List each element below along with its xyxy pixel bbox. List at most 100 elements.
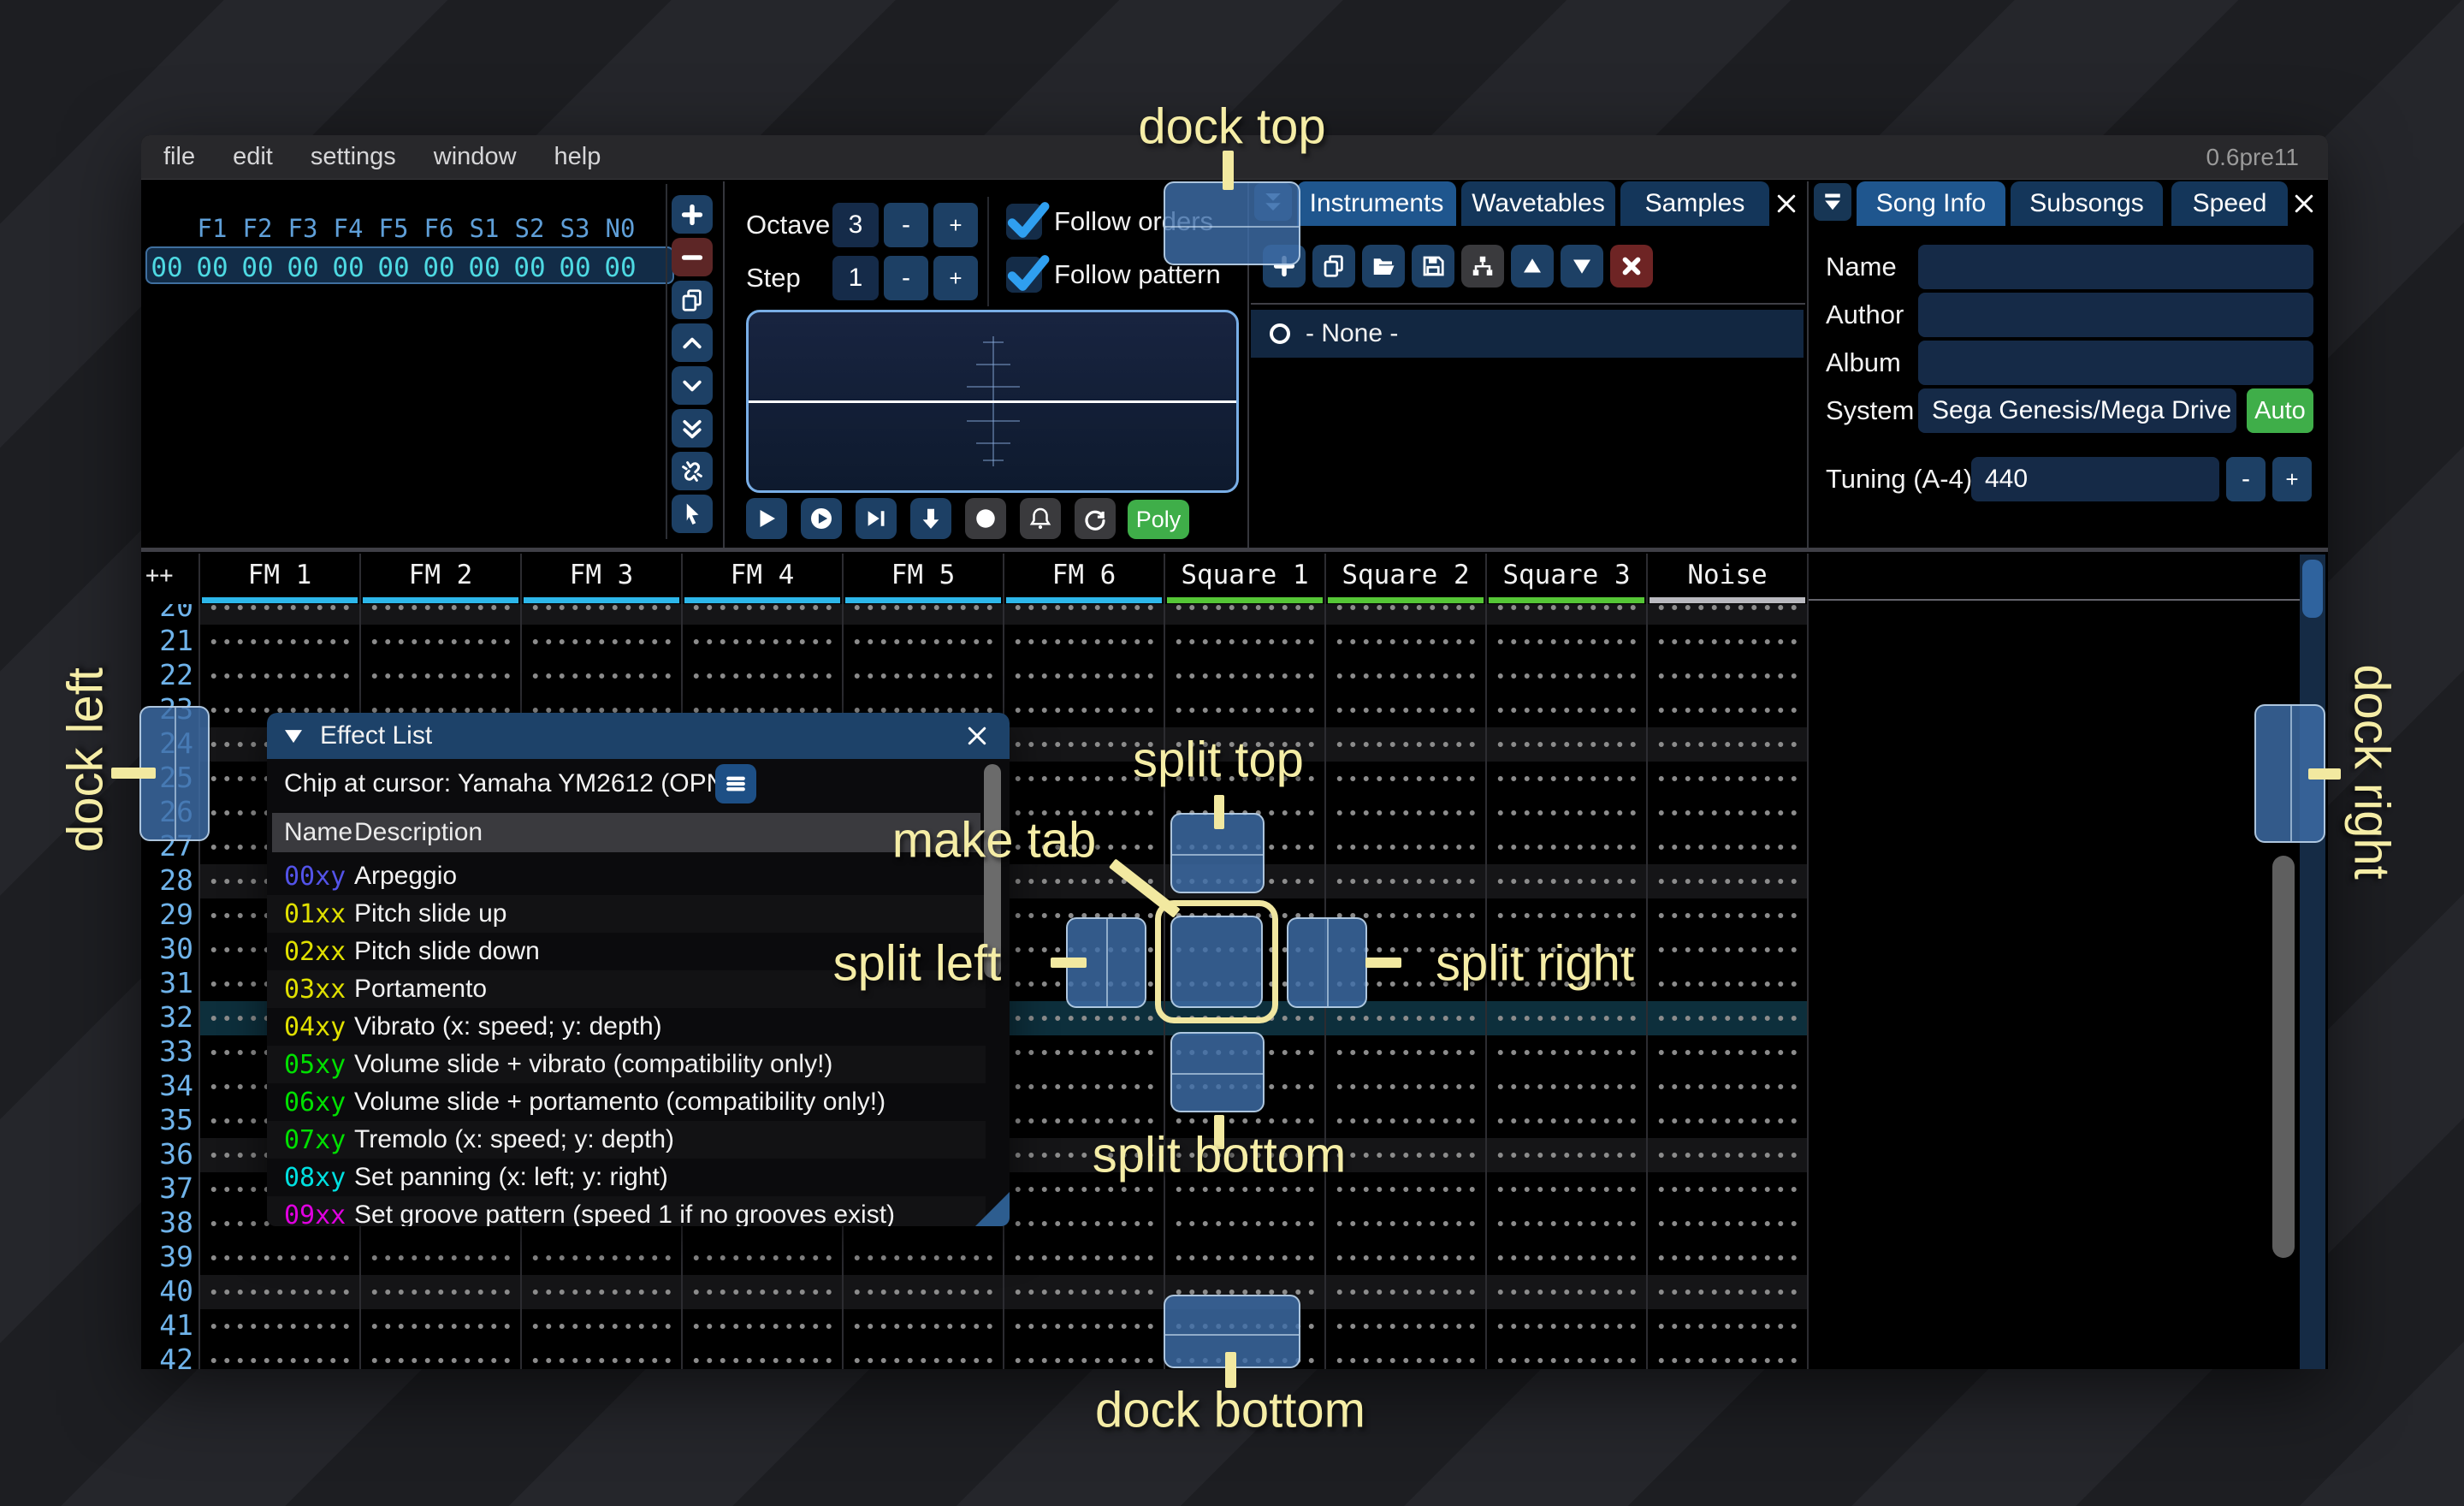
pattern-empty-cell[interactable] xyxy=(1655,1015,1800,1022)
channel-header-fm-1[interactable]: FM 1 xyxy=(199,555,360,595)
move-down-button[interactable] xyxy=(1561,245,1603,288)
tab-subsongs[interactable]: Subsongs xyxy=(2011,181,2163,226)
pattern-empty-cell[interactable] xyxy=(1494,638,1639,645)
panel-divider[interactable] xyxy=(1807,181,1809,549)
pattern-empty-cell[interactable] xyxy=(207,1323,352,1330)
window-menu-icon[interactable] xyxy=(1814,183,1851,221)
pattern-empty-cell[interactable] xyxy=(1011,1083,1157,1090)
orders-cell[interactable]: 00 xyxy=(468,252,500,283)
pattern-empty-cell[interactable] xyxy=(368,1289,513,1296)
tab-samples[interactable]: Samples xyxy=(1620,181,1769,226)
pattern-empty-cell[interactable] xyxy=(1172,638,1318,645)
orders-cell[interactable]: 00 xyxy=(241,252,273,283)
orders-cell[interactable]: 00 xyxy=(196,252,228,283)
pattern-empty-cell[interactable] xyxy=(1011,1186,1157,1193)
effect-list-titlebar[interactable]: Effect List xyxy=(267,713,1010,759)
menu-window[interactable]: window xyxy=(434,143,517,171)
effect-list-row[interactable]: 00xyArpeggio xyxy=(267,857,986,895)
pattern-empty-cell[interactable] xyxy=(1655,946,1800,953)
pattern-empty-cell[interactable] xyxy=(1655,1049,1800,1056)
orders-cell[interactable]: 00 xyxy=(423,252,454,283)
pattern-empty-cell[interactable] xyxy=(1494,1254,1639,1261)
duplicate-button[interactable] xyxy=(1312,245,1355,288)
add-button[interactable] xyxy=(672,195,713,234)
pattern-empty-cell[interactable] xyxy=(1655,1186,1800,1193)
pattern-empty-cell[interactable] xyxy=(1172,1254,1318,1261)
remove-button[interactable] xyxy=(672,238,713,276)
collapse-icon[interactable] xyxy=(279,721,308,750)
pattern-empty-cell[interactable] xyxy=(1494,1152,1639,1159)
close-icon[interactable] xyxy=(962,721,992,750)
pattern-empty-cell[interactable] xyxy=(1655,912,1800,919)
pattern-empty-cell[interactable] xyxy=(1333,1152,1478,1159)
pattern-empty-cell[interactable] xyxy=(529,1254,674,1261)
arrow-down-button[interactable] xyxy=(910,498,951,539)
pattern-empty-cell[interactable] xyxy=(1011,1118,1157,1124)
pattern-empty-cell[interactable] xyxy=(1333,1254,1478,1261)
pattern-empty-cell[interactable] xyxy=(368,1323,513,1330)
effect-list-row[interactable]: 06xyVolume slide + portamento (compatibi… xyxy=(267,1083,986,1121)
follow-orders-checkbox[interactable] xyxy=(1006,204,1042,240)
pattern-empty-cell[interactable] xyxy=(207,1357,352,1364)
pattern-empty-cell[interactable] xyxy=(1494,1289,1639,1296)
menu-file[interactable]: file xyxy=(163,143,195,171)
record-button[interactable] xyxy=(965,498,1006,539)
pattern-empty-cell[interactable] xyxy=(1011,1323,1157,1330)
horizontal-splitter[interactable] xyxy=(141,548,2328,552)
add-channel-button[interactable]: ++ xyxy=(145,555,174,595)
effect-list-row[interactable]: 09xxSet groove pattern (speed 1 if no gr… xyxy=(267,1196,986,1226)
pattern-scrollbar-track[interactable] xyxy=(2300,554,2325,1369)
pattern-empty-cell[interactable] xyxy=(1011,707,1157,714)
step-increase-button[interactable]: + xyxy=(933,256,978,300)
pattern-empty-cell[interactable] xyxy=(1655,1254,1800,1261)
pattern-empty-cell[interactable] xyxy=(1655,844,1800,851)
delete-button[interactable] xyxy=(1610,245,1653,288)
pattern-empty-cell[interactable] xyxy=(690,1254,835,1261)
pattern-empty-cell[interactable] xyxy=(690,604,835,611)
orders-cell[interactable]: 00 xyxy=(287,252,318,283)
pattern-empty-cell[interactable] xyxy=(1494,1357,1639,1364)
pattern-empty-cell[interactable] xyxy=(368,673,513,679)
double-chevron-down-button[interactable] xyxy=(672,409,713,448)
pattern-empty-cell[interactable] xyxy=(368,604,513,611)
pattern-empty-cell[interactable] xyxy=(1494,1323,1639,1330)
split-target-right[interactable] xyxy=(1287,917,1367,1008)
channel-header-fm-2[interactable]: FM 2 xyxy=(360,555,521,595)
pattern-empty-cell[interactable] xyxy=(850,1323,996,1330)
channel-header-fm-5[interactable]: FM 5 xyxy=(843,555,1004,595)
pattern-empty-cell[interactable] xyxy=(1172,1186,1318,1193)
pattern-empty-cell[interactable] xyxy=(1494,775,1639,782)
save-button[interactable] xyxy=(1412,245,1454,288)
pattern-empty-cell[interactable] xyxy=(1333,775,1478,782)
scrollbar-thumb[interactable] xyxy=(2272,856,2295,1258)
pattern-empty-cell[interactable] xyxy=(1333,1289,1478,1296)
pattern-empty-cell[interactable] xyxy=(207,1289,352,1296)
pattern-empty-cell[interactable] xyxy=(1333,1015,1478,1022)
pattern-empty-cell[interactable] xyxy=(1494,1083,1639,1090)
menu-help[interactable]: help xyxy=(554,143,601,171)
channel-header-noise[interactable]: Noise xyxy=(1647,555,1808,595)
pattern-empty-cell[interactable] xyxy=(1655,1289,1800,1296)
pattern-empty-cell[interactable] xyxy=(207,1254,352,1261)
step-value[interactable]: 1 xyxy=(832,256,879,300)
pattern-empty-cell[interactable] xyxy=(1333,1357,1478,1364)
orders-row-index[interactable]: 00 xyxy=(151,252,182,283)
close-icon[interactable] xyxy=(2286,185,2322,222)
pattern-empty-cell[interactable] xyxy=(1494,707,1639,714)
poly-button[interactable]: Poly xyxy=(1128,500,1189,539)
effect-list-row[interactable]: 05xyVolume slide + vibrato (compatibilit… xyxy=(267,1046,986,1083)
pattern-empty-cell[interactable] xyxy=(1172,604,1318,611)
pattern-empty-cell[interactable] xyxy=(1494,1118,1639,1124)
effect-list-row[interactable]: 07xyTremolo (x: speed; y: depth) xyxy=(267,1121,986,1159)
pattern-empty-cell[interactable] xyxy=(1333,1220,1478,1227)
pattern-empty-cell[interactable] xyxy=(850,1357,996,1364)
menu-settings[interactable]: settings xyxy=(311,143,396,171)
channel-header-square-2[interactable]: Square 2 xyxy=(1325,555,1486,595)
step-decrease-button[interactable]: - xyxy=(884,256,928,300)
orders-cell[interactable]: 00 xyxy=(604,252,636,283)
pattern-empty-cell[interactable] xyxy=(529,1289,674,1296)
pattern-empty-cell[interactable] xyxy=(368,638,513,645)
pattern-empty-cell[interactable] xyxy=(850,1254,996,1261)
pattern-empty-cell[interactable] xyxy=(1333,1083,1478,1090)
name-field[interactable] xyxy=(1918,245,2313,289)
